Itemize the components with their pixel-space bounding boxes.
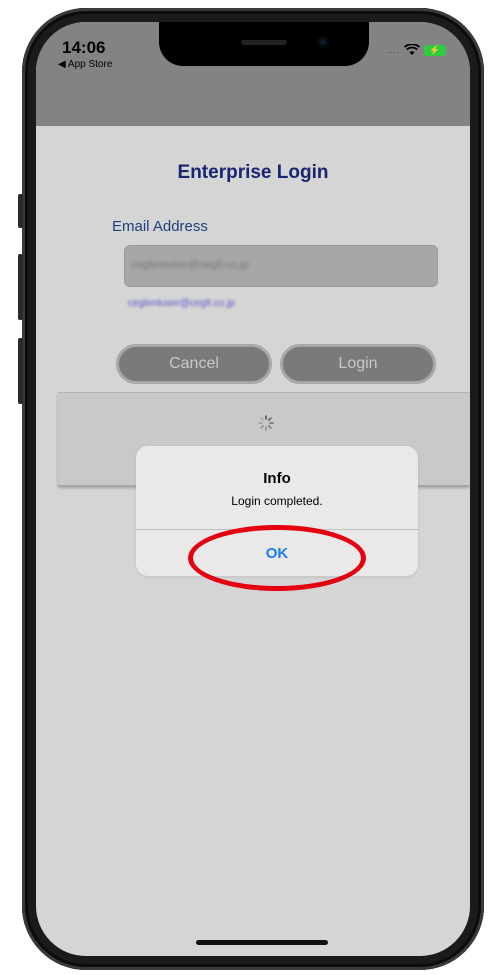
signal-icon: ....	[385, 45, 400, 55]
alert-title: Info	[263, 470, 291, 487]
volume-up-button	[18, 254, 23, 320]
mute-switch	[18, 194, 23, 228]
back-to-app-store-link[interactable]: ◀ App Store	[58, 59, 112, 70]
phone-frame: 14:06 ◀ App Store .... ⚡ Enterprise Logi…	[18, 8, 484, 970]
screen: 14:06 ◀ App Store .... ⚡ Enterprise Logi…	[36, 22, 470, 956]
email-field-value: ceglentuser@ceglt.co.jp	[131, 259, 249, 271]
volume-down-button	[18, 338, 23, 404]
email-label: Email Address	[112, 218, 208, 235]
email-hint: ceglentuser@ceglt.co.jp	[128, 298, 235, 309]
alert-message: Login completed.	[231, 494, 323, 508]
loading-spinner-icon	[258, 415, 274, 431]
ok-highlight-circle	[188, 525, 366, 591]
status-time: 14:06	[62, 38, 106, 57]
email-field[interactable]: ceglentuser@ceglt.co.jp	[124, 245, 438, 287]
page-title: Enterprise Login	[177, 162, 329, 183]
notch	[159, 22, 369, 66]
cancel-button[interactable]: Cancel	[116, 344, 272, 384]
front-camera	[317, 36, 329, 48]
wifi-icon	[404, 44, 420, 55]
charging-bolt-icon: ⚡	[429, 44, 441, 55]
home-indicator[interactable]	[196, 940, 328, 945]
speaker	[241, 40, 287, 45]
login-button[interactable]: Login	[280, 344, 436, 384]
status-indicators: .... ⚡	[386, 44, 446, 56]
battery-icon: ⚡	[424, 44, 446, 56]
